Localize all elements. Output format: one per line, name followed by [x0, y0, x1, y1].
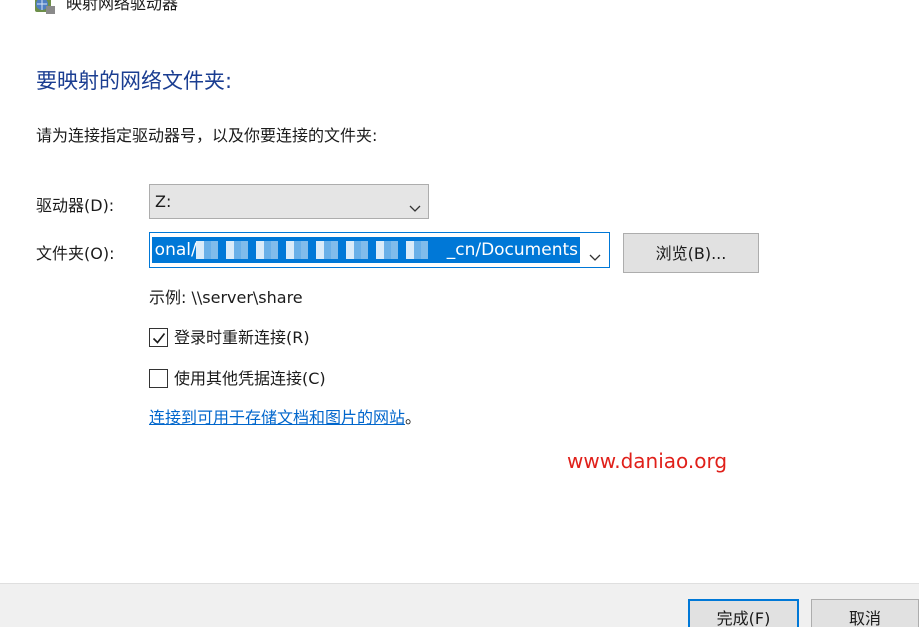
title-bar: 映射网络驱动器 — [0, 0, 919, 20]
check-icon — [152, 333, 166, 344]
storage-website-link[interactable]: 连接到可用于存储文档和图片的网站 — [149, 408, 405, 427]
drive-letter-select[interactable]: Z: — [149, 184, 429, 219]
folder-path-end: _cn/Documents — [446, 240, 578, 260]
website-link-line: 连接到可用于存储文档和图片的网站。 — [149, 407, 421, 429]
redacted-path-segment — [196, 241, 436, 259]
drive-label: 驱动器(D): — [36, 196, 115, 215]
credentials-label[interactable]: 使用其他凭据连接(C) — [174, 368, 326, 390]
example-text: 示例: \\server\share — [149, 288, 303, 307]
folder-path-selection: onal/ _cn/Documents — [152, 237, 580, 263]
drive-letter-value: Z: — [155, 192, 172, 211]
footer-bar: 完成(F) 取消 — [0, 583, 919, 627]
page-heading: 要映射的网络文件夹: — [36, 69, 233, 93]
credentials-checkbox[interactable] — [149, 369, 168, 388]
instruction-text: 请为连接指定驱动器号，以及你要连接的文件夹: — [36, 126, 378, 145]
folder-path-start: onal/ — [154, 240, 197, 260]
watermark-text: www.daniao.org — [567, 449, 728, 473]
browse-button[interactable]: 浏览(B)... — [623, 233, 759, 273]
folder-path-input[interactable]: onal/ _cn/Documents — [149, 232, 610, 268]
finish-button[interactable]: 完成(F) — [688, 599, 799, 627]
link-suffix: 。 — [405, 408, 422, 427]
cancel-button[interactable]: 取消 — [811, 599, 919, 627]
folder-label: 文件夹(O): — [36, 244, 115, 263]
reconnect-label[interactable]: 登录时重新连接(R) — [174, 327, 310, 349]
chevron-down-icon[interactable] — [409, 198, 421, 212]
map-network-drive-window: 映射网络驱动器 要映射的网络文件夹: 请为连接指定驱动器号，以及你要连接的文件夹… — [0, 0, 919, 627]
reconnect-checkbox[interactable] — [149, 328, 168, 347]
chevron-down-icon[interactable] — [589, 247, 601, 261]
window-title: 映射网络驱动器 — [66, 0, 179, 13]
network-drive-icon — [33, 0, 57, 16]
